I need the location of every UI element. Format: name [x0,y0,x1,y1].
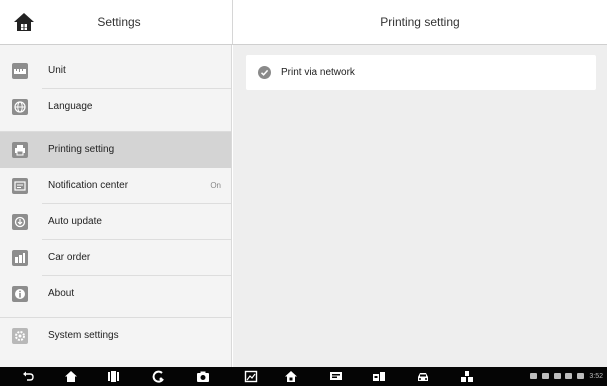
sidebar-item-label: Auto update [48,216,102,227]
printer-icon [12,142,28,158]
sidebar-item-auto-update[interactable]: Auto update [0,204,231,240]
sidebar-item-printing-setting[interactable]: Printing setting [0,132,231,168]
clock: 3:52 [589,373,603,380]
bluetooth-icon [553,373,561,380]
car-icon[interactable] [416,370,430,383]
checkmark-icon [258,66,271,79]
sidebar-item-car-order[interactable]: Car order [0,240,231,276]
globe-icon [12,99,28,115]
settings-title: Settings [97,15,141,29]
sidebar-item-language[interactable]: Language [0,89,231,125]
sidebar-item-label: Printing setting [48,144,115,155]
back-icon[interactable] [22,370,36,383]
screenshot-icon[interactable] [244,370,258,383]
sidebar-item-label: System settings [48,330,119,341]
home-icon[interactable] [64,370,78,383]
page-title: Printing setting [380,15,460,29]
sidebar-item-unit[interactable]: Unit [0,53,231,89]
camera-icon[interactable] [196,370,210,383]
sidebar-item-label: Car order [48,252,91,263]
battery-icon [577,373,585,380]
home-app-icon[interactable] [284,370,298,383]
system-navigation-bar: 3:52 [0,367,607,386]
notification-dot-icon [541,373,549,380]
info-icon [12,286,28,302]
top-header: Settings Printing setting [0,0,607,45]
sidebar-item-label: About [48,288,75,299]
content-panel: Print via network [233,45,607,367]
ruler-icon [12,63,28,79]
car-order-icon [12,250,28,266]
vci-icon[interactable] [329,370,343,383]
notification-icon [12,178,28,194]
settings-sidebar: Unit Language Printing setting Notificat… [0,45,232,367]
sidebar-item-label: Notification center [48,180,129,191]
status-area: 3:52 [529,367,603,386]
recent-apps-icon[interactable] [106,370,120,383]
message-icon [529,373,537,380]
gear-icon [12,328,28,344]
sidebar-item-system-settings[interactable]: System settings [0,318,231,354]
shortcut-icon[interactable] [460,370,474,383]
vehicle-icon[interactable] [372,370,386,383]
sidebar-item-label: Language [48,101,93,112]
option-label: Print via network [281,67,355,78]
print-via-network-option[interactable]: Print via network [246,55,596,90]
update-icon [12,214,28,230]
wifi-icon [565,373,573,380]
notification-status: On [210,181,221,190]
browser-icon[interactable] [152,370,166,383]
sidebar-item-label: Unit [48,65,66,76]
sidebar-item-about[interactable]: About [0,276,231,312]
sidebar-item-notification-center[interactable]: Notification center On [0,168,231,204]
